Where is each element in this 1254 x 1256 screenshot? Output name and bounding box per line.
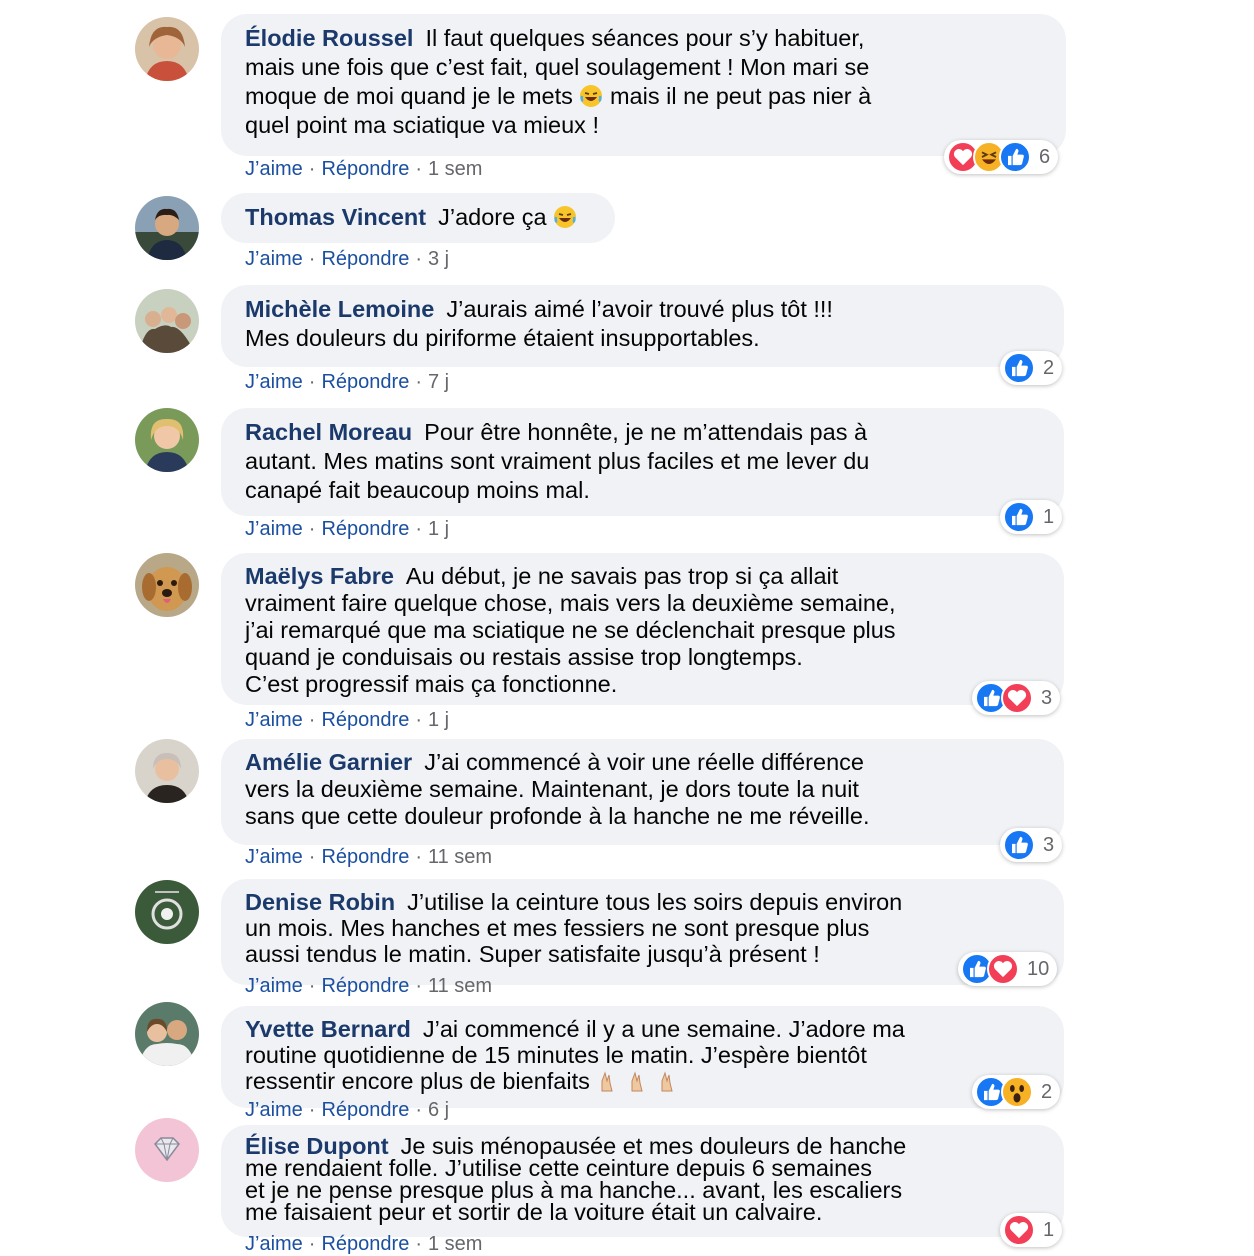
reactions-summary[interactable]: 10 [958, 952, 1058, 986]
crossed-fingers-emoji-icon [596, 1069, 676, 1093]
comment-time[interactable]: 6 j [428, 1099, 449, 1121]
reply-link[interactable]: Répondre [321, 158, 409, 180]
like-link[interactable]: J’aime [245, 1233, 303, 1255]
comment-time[interactable]: 11 sem [428, 975, 492, 997]
comment-bubble: Michèle Lemoine J’aurais aimé l’avoir tro… [221, 285, 1064, 367]
like-reaction-icon [999, 141, 1031, 173]
like-link[interactable]: J’aime [245, 248, 303, 270]
reaction-count: 6 [1039, 145, 1051, 168]
comment-actions: J’aime · Répondre · 6 j [245, 1099, 450, 1121]
reply-link[interactable]: Répondre [321, 371, 409, 393]
like-link[interactable]: J’aime [245, 975, 303, 997]
comment-bubble: Denise Robin J’utilise la ceinture tous l… [221, 879, 1064, 985]
comment-bubble: Yvette Bernard J’ai commencé il y a une s… [221, 1006, 1064, 1108]
comment-actions: J’aime · Répondre · 1 j [245, 518, 450, 540]
commenter-name[interactable]: Denise Robin [245, 889, 395, 915]
avatar[interactable] [135, 739, 199, 803]
comment-bubble: Élodie Roussel Il faut quelques séances p… [221, 14, 1066, 156]
avatar[interactable] [135, 1118, 199, 1182]
like-link[interactable]: J’aime [245, 518, 303, 540]
like-reaction-icon [1003, 829, 1035, 861]
comment-actions: J’aime · Répondre · 1 sem [245, 158, 483, 180]
reply-link[interactable]: Répondre [321, 1099, 409, 1121]
avatar[interactable] [135, 17, 199, 81]
reactions-summary[interactable]: 3 [1000, 828, 1063, 862]
wow-reaction-icon [1001, 1076, 1033, 1108]
comment-actions: J’aime · Répondre · 11 sem [245, 975, 493, 997]
commenter-name[interactable]: Yvette Bernard [245, 1016, 411, 1042]
avatar[interactable] [135, 408, 199, 472]
reply-link[interactable]: Répondre [321, 846, 409, 868]
love-reaction-icon [1001, 682, 1033, 714]
reactions-summary[interactable]: 2 [1000, 351, 1063, 385]
comment-actions: J’aime · Répondre · 11 sem [245, 846, 493, 868]
reply-link[interactable]: Répondre [321, 709, 409, 731]
commenter-name[interactable]: Amélie Garnier [245, 749, 412, 775]
avatar[interactable] [135, 289, 199, 353]
like-link[interactable]: J’aime [245, 371, 303, 393]
commenter-name[interactable]: Maëlys Fabre [245, 563, 394, 589]
comment-text: J’adore ça [438, 204, 554, 230]
reactions-summary[interactable]: 6 [944, 140, 1059, 174]
reply-link[interactable]: Répondre [321, 248, 409, 270]
comment-time[interactable]: 11 sem [428, 846, 492, 868]
laughing-tears-emoji-icon [553, 205, 577, 229]
reaction-count: 10 [1027, 957, 1050, 980]
reaction-count: 2 [1043, 356, 1055, 379]
comment-bubble: Rachel Moreau Pour être honnête, je ne m’… [221, 408, 1064, 516]
comment-time[interactable]: 1 j [428, 518, 449, 540]
comment-bubble: Amélie Garnier J’ai commencé à voir une r… [221, 739, 1064, 845]
comment-time[interactable]: 1 j [428, 709, 449, 731]
like-link[interactable]: J’aime [245, 1099, 303, 1121]
comment-time[interactable]: 1 sem [428, 1233, 482, 1255]
reaction-count: 1 [1043, 505, 1055, 528]
reactions-summary[interactable]: 3 [972, 681, 1061, 715]
commenter-name[interactable]: Thomas Vincent [245, 204, 426, 230]
avatar[interactable] [135, 1002, 199, 1066]
avatar[interactable] [135, 553, 199, 617]
laughing-tears-emoji-icon [579, 84, 603, 108]
reactions-summary[interactable]: 1 [1000, 500, 1063, 534]
commenter-name[interactable]: Rachel Moreau [245, 419, 412, 445]
comment-time[interactable]: 3 j [428, 248, 449, 270]
reply-link[interactable]: Répondre [321, 1233, 409, 1255]
like-reaction-icon [1003, 352, 1035, 384]
reply-link[interactable]: Répondre [321, 518, 409, 540]
comment-time[interactable]: 7 j [428, 371, 449, 393]
commenter-name[interactable]: Michèle Lemoine [245, 296, 434, 322]
like-link[interactable]: J’aime [245, 846, 303, 868]
avatar[interactable] [135, 880, 199, 944]
like-link[interactable]: J’aime [245, 158, 303, 180]
comment-bubble: Maëlys Fabre Au début, je ne savais pas t… [221, 553, 1064, 705]
reactions-summary[interactable]: 1 [1000, 1213, 1063, 1247]
reaction-count: 3 [1043, 833, 1055, 856]
comment-time[interactable]: 1 sem [428, 158, 482, 180]
comment-actions: J’aime · Répondre · 3 j [245, 248, 450, 270]
comment-bubble: Élise Dupont Je suis ménopausée et mes do… [221, 1125, 1064, 1237]
comment-actions: J’aime · Répondre · 1 sem [245, 1233, 483, 1255]
avatar[interactable] [135, 196, 199, 260]
love-reaction-icon [1003, 1214, 1035, 1246]
reaction-count: 1 [1043, 1218, 1055, 1241]
comment-actions: J’aime · Répondre · 7 j [245, 371, 450, 393]
commenter-name[interactable]: Élodie Roussel [245, 25, 413, 51]
reactions-summary[interactable]: 2 [972, 1075, 1061, 1109]
reaction-count: 2 [1041, 1080, 1053, 1103]
like-reaction-icon [1003, 501, 1035, 533]
comment-actions: J’aime · Répondre · 1 j [245, 709, 450, 731]
comment-bubble: Thomas Vincent J’adore ça [221, 193, 615, 243]
love-reaction-icon [987, 953, 1019, 985]
reply-link[interactable]: Répondre [321, 975, 409, 997]
like-link[interactable]: J’aime [245, 709, 303, 731]
reaction-count: 3 [1041, 686, 1053, 709]
